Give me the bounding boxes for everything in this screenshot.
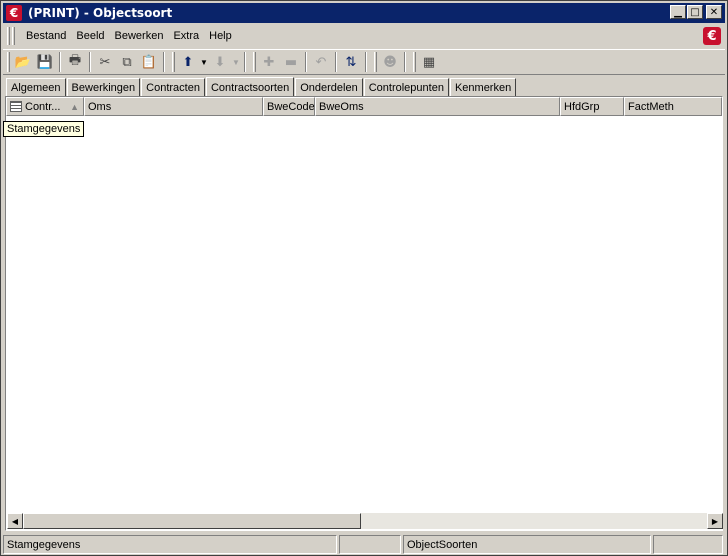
user-icon: ☻ — [383, 54, 397, 70]
user-button[interactable]: ☻ — [379, 51, 401, 73]
toolbar-separator — [244, 52, 246, 72]
copy-icon: ⧉ — [122, 54, 132, 70]
arrow-down-icon: ⬇ — [214, 54, 226, 70]
column-chooser-icon[interactable] — [10, 101, 22, 112]
print-icon: 🖶 — [68, 53, 82, 68]
column-header-bwecode[interactable]: BweCode — [263, 97, 315, 116]
maximize-icon: □ — [690, 6, 700, 18]
column-header-factmeth[interactable]: FactMeth — [624, 97, 722, 116]
paste-button[interactable]: 📋 — [138, 51, 160, 73]
window-title: (PRINT) - Objectsoort — [28, 6, 173, 20]
tab-strip: Algemeen Bewerkingen Contracten Contract… — [6, 76, 517, 97]
toolbar-grip[interactable] — [253, 52, 256, 72]
close-button[interactable]: ✕ — [706, 5, 722, 19]
move-up-dropdown[interactable]: ▼ — [199, 58, 209, 67]
layout-button[interactable]: ▦ — [418, 51, 440, 73]
tab-bewerkingen[interactable]: Bewerkingen — [66, 78, 141, 96]
toolbar: 📂 💾 🖶 ✂ ⧉ 📋 ⬆ ▼ ⬇ ▼ ✚ ▬ ↶ ⇅ ☻ ▦ — [3, 49, 725, 75]
menu-bestand[interactable]: Bestand — [21, 30, 71, 42]
toolbar-grip[interactable] — [413, 52, 416, 72]
tab-onderdelen[interactable]: Onderdelen — [295, 78, 363, 96]
cut-icon: ✂ — [99, 54, 111, 70]
layout-icon: ▦ — [422, 54, 436, 70]
tab-algemeen[interactable]: Algemeen — [6, 78, 66, 96]
print-button[interactable]: 🖶 — [64, 51, 86, 73]
column-header-label: Contr... — [25, 100, 61, 113]
window-controls: ▁ □ ✕ — [669, 5, 722, 19]
open-icon: 📂 — [14, 54, 32, 70]
data-grid[interactable]: Contr... ▲ Oms BweCode BweOms HfdGrp Fac… — [3, 96, 723, 531]
save-button[interactable]: 💾 — [34, 51, 56, 73]
toolbar-separator — [89, 52, 91, 72]
toolbar-separator — [163, 52, 165, 72]
undo-icon: ↶ — [315, 54, 327, 70]
refresh-icon: ⇅ — [345, 54, 357, 70]
column-header-bweoms[interactable]: BweOms — [315, 97, 560, 116]
save-icon: 💾 — [36, 54, 54, 70]
move-up-button[interactable]: ⬆ — [177, 51, 199, 73]
scroll-left-button[interactable]: ◀ — [7, 513, 23, 529]
toolbar-grip[interactable] — [374, 52, 377, 72]
toolbar-grip[interactable] — [7, 52, 10, 72]
toolbar-separator — [59, 52, 61, 72]
menu-grip-secondary — [12, 27, 15, 45]
tab-controlepunten[interactable]: Controlepunten — [363, 78, 449, 96]
menu-bewerken[interactable]: Bewerken — [110, 30, 169, 42]
chevron-right-icon: ▶ — [711, 516, 719, 526]
menu-extra[interactable]: Extra — [168, 30, 204, 42]
add-button[interactable]: ✚ — [258, 51, 280, 73]
scroll-right-button[interactable]: ▶ — [707, 513, 723, 529]
tab-contractsoorten[interactable]: Contractsoorten — [205, 77, 295, 97]
toolbar-separator — [335, 52, 337, 72]
toolbar-separator — [365, 52, 367, 72]
tooltip: Stamgegevens — [3, 121, 85, 137]
status-pane-empty — [339, 535, 401, 554]
remove-button[interactable]: ▬ — [280, 51, 302, 73]
chevron-down-icon: ▼ — [232, 57, 240, 67]
toolbar-grip[interactable] — [172, 52, 175, 72]
menu-beeld[interactable]: Beeld — [71, 30, 109, 42]
eplus-logo-icon: € — [703, 27, 721, 45]
status-pane-object: ObjectSoorten — [403, 535, 651, 554]
status-pane-section: Stamgegevens — [3, 535, 337, 554]
minimize-icon: ▁ — [674, 6, 682, 18]
move-down-dropdown[interactable]: ▼ — [231, 58, 241, 67]
horizontal-scrollbar[interactable]: ◀ ▶ — [7, 513, 723, 529]
toolbar-separator — [305, 52, 307, 72]
chevron-left-icon: ◀ — [11, 516, 19, 526]
application-window: € (PRINT) - Objectsoort ▁ □ ✕ Bestand Be… — [0, 0, 728, 556]
undo-button[interactable]: ↶ — [310, 51, 332, 73]
eplus-logo-icon[interactable]: € — [6, 5, 22, 21]
menu-grip[interactable] — [7, 27, 10, 45]
refresh-button[interactable]: ⇅ — [340, 51, 362, 73]
open-button[interactable]: 📂 — [12, 51, 34, 73]
column-header-hfdgrp[interactable]: HfdGrp — [560, 97, 624, 116]
copy-button[interactable]: ⧉ — [116, 51, 138, 73]
grid-header: Contr... ▲ Oms BweCode BweOms HfdGrp Fac… — [6, 97, 722, 116]
close-icon: ✕ — [709, 6, 719, 18]
move-down-button[interactable]: ⬇ — [209, 51, 231, 73]
status-bar: Stamgegevens ObjectSoorten — [3, 535, 725, 554]
menu-help[interactable]: Help — [204, 30, 237, 42]
paste-icon: 📋 — [140, 54, 158, 70]
add-icon: ✚ — [263, 54, 275, 70]
scrollbar-thumb[interactable] — [23, 513, 361, 529]
scrollbar-track[interactable] — [361, 513, 707, 529]
maximize-button[interactable]: □ — [687, 5, 703, 19]
status-pane-extra — [653, 535, 723, 554]
cut-button[interactable]: ✂ — [94, 51, 116, 73]
chevron-down-icon: ▼ — [200, 57, 208, 67]
arrow-up-icon: ⬆ — [182, 54, 194, 70]
tab-contracten[interactable]: Contracten — [141, 78, 205, 96]
column-header-oms[interactable]: Oms — [84, 97, 263, 116]
remove-icon: ▬ — [284, 54, 298, 70]
title-bar[interactable]: € (PRINT) - Objectsoort ▁ □ ✕ — [3, 3, 725, 23]
toolbar-separator — [404, 52, 406, 72]
menu-bar: Bestand Beeld Bewerken Extra Help € — [3, 25, 725, 47]
sort-ascending-icon: ▲ — [70, 101, 79, 112]
tab-kenmerken[interactable]: Kenmerken — [449, 78, 517, 96]
column-header-contractsoort[interactable]: Contr... ▲ — [6, 97, 84, 116]
minimize-button[interactable]: ▁ — [670, 5, 686, 19]
